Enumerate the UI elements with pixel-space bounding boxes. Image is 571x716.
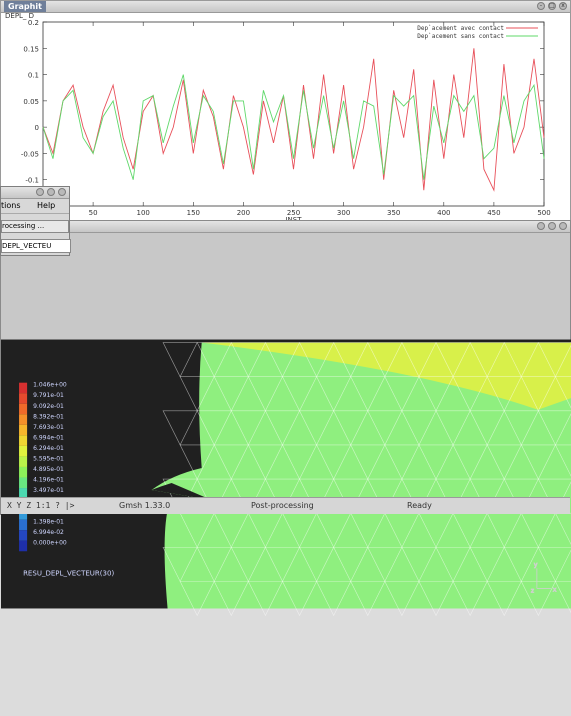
maximize-button[interactable] <box>548 222 556 230</box>
plot-window: Graphit - □ x 0.2 0.15 0.1 0.05 0 -0.05 -0.1 50… <box>0 0 571 222</box>
status-state: Ready <box>407 501 432 510</box>
colorbar-swatch <box>19 435 28 446</box>
view-controls[interactable]: X Y Z 1:1 ? |> <box>7 501 74 510</box>
status-bar: X Y Z 1:1 ? |> Gmsh 1.33.0 Post-processi… <box>1 497 570 514</box>
colorbar-label: 1.398e-01 <box>33 519 64 526</box>
minimize-button[interactable] <box>537 222 545 230</box>
colorbar-label: 7.693e-01 <box>33 424 64 431</box>
colorbar-label: 6.994e-01 <box>33 434 64 441</box>
colorbar-swatch <box>19 424 28 436</box>
colorbar-swatch <box>19 403 28 415</box>
colorbar-label: 5.595e-01 <box>33 455 64 462</box>
colorbar-label: 4.895e-01 <box>33 466 64 473</box>
colorbar-swatch <box>19 456 28 467</box>
y-tick-label: 0.05 <box>23 98 39 106</box>
y-tick-label: -0.1 <box>25 177 39 185</box>
colorbar-label: 1.046e+00 <box>33 382 67 389</box>
x-tick-label: 100 <box>137 209 150 217</box>
x-tick-label: 500 <box>537 209 550 217</box>
colorbar-label: 9.092e-01 <box>33 403 64 410</box>
x-tick-label: 50 <box>89 209 98 217</box>
close-button[interactable] <box>58 188 66 196</box>
line-chart: 0.20.150.10.050-0.05-0.150 100 150 200 250 30… <box>5 12 551 221</box>
colorbar-label: 3.497e-01 <box>33 487 64 494</box>
menu-bar: tions Help <box>1 199 69 214</box>
axis-label-y: y <box>534 561 538 568</box>
axis-label-x: x <box>553 586 557 593</box>
legend-label-2: Dep`acement sans contact <box>417 33 504 40</box>
gmsh-window: 1.046e+00 9.791e-01 9.092e-01 8.392e-01 7.69… <box>0 220 571 617</box>
y-tick-label: 0.2 <box>28 19 39 27</box>
colorbar-label: 0.000e+00 <box>33 540 67 547</box>
colorbar-label: 6.994e-02 <box>33 529 64 536</box>
plot-frame <box>42 21 545 207</box>
colorbar-swatch <box>19 414 28 425</box>
post-processing-button[interactable]: rocessing ... <box>1 220 69 233</box>
menu-help[interactable]: Help <box>37 201 55 210</box>
maximize-button[interactable]: □ <box>548 2 556 10</box>
status-version: Gmsh 1.33.0 <box>119 501 171 510</box>
x-tick-label: 150 <box>187 209 200 217</box>
status-mode: Post-processing <box>251 501 314 510</box>
view-name-field[interactable]: DEPL_VECTEU <box>1 239 71 253</box>
axis-label-z: z <box>531 587 534 594</box>
colorbar-swatch <box>19 393 28 404</box>
mesh-viewport[interactable]: 1.046e+00 9.791e-01 9.092e-01 8.392e-01 7.69… <box>1 232 571 716</box>
minimize-button[interactable]: - <box>537 2 545 10</box>
x-tick-label: 450 <box>487 209 500 217</box>
colorbar-swatch <box>19 540 28 552</box>
colorbar-swatch <box>19 445 28 457</box>
y-tick-label: 0.1 <box>28 72 39 80</box>
x-tick-label: 400 <box>437 209 450 217</box>
minimize-button[interactable] <box>36 188 44 196</box>
colorbar-swatch <box>19 466 28 478</box>
menu-options[interactable]: tions <box>1 201 21 210</box>
maximize-button[interactable] <box>47 188 55 196</box>
y-tick-label: -0.05 <box>21 150 39 158</box>
close-button[interactable] <box>559 222 567 230</box>
y-tick-label: 0.15 <box>23 45 39 53</box>
field-label: RESU_DEPL_VECTEUR(30) <box>23 568 114 577</box>
colorbar-label: 6.294e-01 <box>33 445 64 452</box>
colorbar-label: 8.392e-01 <box>33 413 64 420</box>
colorbar-label: 9.791e-01 <box>33 392 64 399</box>
colorbar-swatch <box>19 382 28 394</box>
y-tick-label: 0 <box>35 124 39 132</box>
colorbar-swatch <box>19 530 28 541</box>
colorbar-label: 4.196e-01 <box>33 477 64 484</box>
close-button[interactable]: x <box>559 2 567 10</box>
plot-window-title: Graphit <box>4 1 46 12</box>
control-titlebar[interactable] <box>1 187 69 199</box>
colorbar-swatch <box>19 519 28 531</box>
x-tick-label: 300 <box>337 209 350 217</box>
control-window: tions Help rocessing ... DEPL_VECTEU <box>0 186 71 256</box>
x-tick-label: 200 <box>237 209 250 217</box>
colorbar-swatch <box>19 477 28 489</box>
x-tick-label: 350 <box>387 209 400 217</box>
y-axis-label: DEPL_ D <box>5 12 34 20</box>
legend-label-1: Dep`acement avec contact <box>417 25 504 32</box>
